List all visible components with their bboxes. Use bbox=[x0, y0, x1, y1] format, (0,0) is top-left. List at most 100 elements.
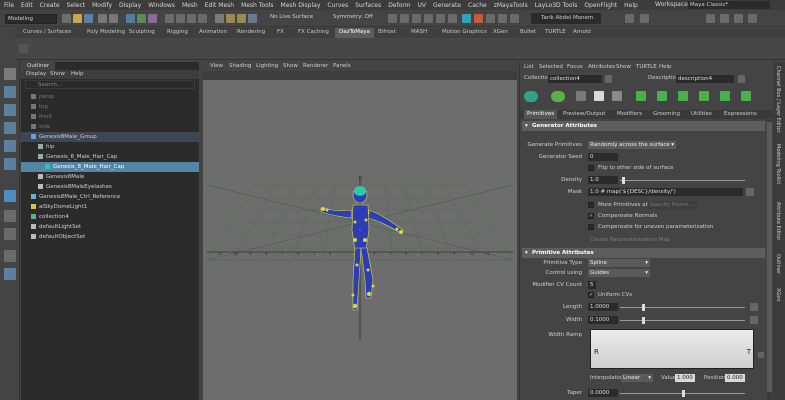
snap-grid-icon[interactable] bbox=[165, 14, 174, 23]
outliner-item-front[interactable]: front bbox=[21, 112, 199, 122]
shelf-tab-rendering[interactable]: Rendering bbox=[237, 29, 265, 35]
modifier-cv-count-field[interactable]: 5 bbox=[588, 281, 596, 289]
isolate-icon[interactable] bbox=[486, 14, 495, 23]
viewport-panel[interactable]: View Shading Lighting Show Renderer Pane… bbox=[203, 62, 517, 400]
outliner-menu-help[interactable]: Help bbox=[71, 71, 84, 77]
mask-expression-field[interactable]: 1.0 # map('${DESC}/density/') bbox=[588, 188, 743, 196]
viewport-menu-panels[interactable]: Panels bbox=[333, 63, 351, 69]
preview-icon[interactable] bbox=[594, 91, 604, 101]
outliner-search-input[interactable]: Search... bbox=[25, 80, 195, 89]
four-pane-layout-icon[interactable] bbox=[4, 210, 16, 222]
shelf-tab-turtle[interactable]: TURTLE bbox=[545, 29, 566, 35]
bend-guide-icon[interactable] bbox=[678, 91, 688, 101]
side-by-side-layout-icon[interactable] bbox=[4, 228, 16, 240]
menu-uv[interactable]: UV bbox=[418, 2, 427, 9]
shelf-tab-bifrost[interactable]: Bifrost bbox=[378, 29, 396, 35]
menu-cache[interactable]: Cache bbox=[468, 2, 487, 9]
mask-options-icon[interactable] bbox=[746, 188, 754, 196]
collection-options-icon[interactable] bbox=[605, 75, 612, 83]
width-expression-icon[interactable] bbox=[750, 316, 758, 324]
flip-guide-icon[interactable] bbox=[741, 91, 751, 101]
graph-editor-layout-icon[interactable] bbox=[4, 268, 16, 280]
outliner-item-genesis8male[interactable]: Genesis8Male bbox=[21, 172, 199, 182]
taper-field[interactable]: 0.0000 bbox=[588, 389, 618, 397]
lights-icon[interactable] bbox=[424, 14, 433, 23]
sign-in-icon[interactable] bbox=[625, 14, 634, 23]
xgen-icon[interactable] bbox=[462, 14, 471, 23]
section-primitive-attributes[interactable]: Primitive Attributes bbox=[522, 248, 765, 258]
shelf-tab-arnold[interactable]: Arnold bbox=[573, 29, 591, 35]
menu-openflight[interactable]: OpenFlight bbox=[584, 2, 617, 9]
snap-curve-icon[interactable] bbox=[176, 14, 185, 23]
section-generator-attributes[interactable]: Generator Attributes bbox=[522, 121, 765, 131]
cut-guide-icon[interactable] bbox=[699, 91, 709, 101]
shelf-tab-mash[interactable]: MASH bbox=[411, 29, 427, 35]
ae-menu-focus[interactable]: Focus bbox=[567, 64, 583, 70]
viewport-menu-renderer[interactable]: Renderer bbox=[303, 63, 328, 69]
viewport-menu-shading[interactable]: Shading bbox=[229, 63, 251, 69]
create-parameterization-map-button[interactable]: Create Parameterization Map bbox=[590, 237, 670, 243]
create-collection-icon[interactable] bbox=[524, 91, 538, 102]
live-surface-label[interactable]: No Live Surface bbox=[270, 14, 313, 20]
outliner-item-defaultobjectset[interactable]: defaultObjectSet bbox=[21, 232, 199, 242]
generate-primitives-dropdown[interactable]: Randomly across the surface bbox=[588, 141, 676, 149]
outliner-menu-display[interactable]: Display bbox=[26, 71, 46, 77]
toggle-tool-settings-icon[interactable] bbox=[734, 14, 743, 23]
outliner-item-top[interactable]: top bbox=[21, 102, 199, 112]
ramp-value-field[interactable]: 1.000 bbox=[675, 374, 695, 382]
viewport-canvas[interactable]: 11 10 9 8 7654 4567 8 9 10 11 11 bbox=[203, 80, 517, 400]
menu-file[interactable]: File bbox=[4, 2, 14, 9]
shelf-tab-animation[interactable]: Animation bbox=[199, 29, 227, 35]
viewport-menu-show[interactable]: Show bbox=[283, 63, 298, 69]
side-tab-attribute-editor[interactable]: Attribute Editor bbox=[775, 202, 781, 240]
menu-help[interactable]: Help bbox=[624, 2, 638, 9]
more-primitives-checkbox[interactable] bbox=[588, 202, 594, 208]
scrollbar-thumb[interactable] bbox=[767, 122, 772, 392]
rebuild-guide-icon[interactable] bbox=[720, 91, 730, 101]
add-guide-icon[interactable] bbox=[636, 91, 646, 101]
menu-set-selector[interactable]: Modeling bbox=[5, 14, 57, 24]
attribute-editor-scrollbar[interactable] bbox=[767, 120, 772, 400]
xray-icon[interactable] bbox=[412, 14, 421, 23]
outliner-item-side[interactable]: side bbox=[21, 122, 199, 132]
description-options-icon[interactable] bbox=[738, 75, 745, 83]
grid-icon[interactable] bbox=[498, 14, 507, 23]
tab-preview-output[interactable]: Preview/Output bbox=[560, 110, 608, 119]
flip-surface-checkbox[interactable] bbox=[588, 165, 594, 171]
side-tab-xgen[interactable]: XGen bbox=[775, 288, 781, 302]
shelf-tab-fx-caching[interactable]: FX Caching bbox=[298, 29, 329, 35]
interpolation-dropdown[interactable]: Linear bbox=[621, 374, 653, 382]
outliner-item-aiskydomelight1[interactable]: aiSkyDomeLight1 bbox=[21, 202, 199, 212]
film-gate-icon[interactable] bbox=[510, 14, 519, 23]
snap-view-plane-icon[interactable] bbox=[198, 14, 207, 23]
outliner-item-genesis-8-male-hair-cap[interactable]: Genesis_8_Male_Hair_Cap bbox=[21, 162, 199, 172]
menu-mesh-display[interactable]: Mesh Display bbox=[281, 2, 321, 9]
select-component-icon[interactable] bbox=[148, 14, 157, 23]
length-field[interactable]: 1.0000 bbox=[588, 303, 618, 311]
open-scene-icon[interactable] bbox=[73, 14, 82, 23]
create-description-icon[interactable] bbox=[551, 91, 565, 102]
density-slider-knob[interactable] bbox=[622, 177, 625, 184]
ipr-render-icon[interactable] bbox=[237, 14, 246, 23]
menu-edit[interactable]: Edit bbox=[21, 2, 33, 9]
menu-generate[interactable]: Generate bbox=[433, 2, 461, 9]
ae-menu-attributes[interactable]: Attributes bbox=[588, 64, 615, 70]
render-icon[interactable] bbox=[226, 14, 235, 23]
menu-deform[interactable]: Deform bbox=[388, 2, 410, 9]
undo-icon[interactable] bbox=[98, 14, 107, 23]
compensate-uneven-checkbox[interactable] bbox=[588, 224, 594, 230]
history-icon[interactable] bbox=[215, 14, 224, 23]
compensate-normals-checkbox[interactable]: ✓ bbox=[588, 213, 594, 219]
width-slider[interactable] bbox=[620, 320, 745, 321]
generator-seed-field[interactable]: 0 bbox=[588, 153, 618, 161]
menu-modify[interactable]: Modify bbox=[92, 2, 112, 9]
menu-windows[interactable]: Windows bbox=[148, 2, 175, 9]
ramp-expand-icon[interactable] bbox=[758, 352, 764, 358]
new-scene-icon[interactable] bbox=[62, 14, 71, 23]
primitive-type-dropdown[interactable]: Spline bbox=[588, 259, 650, 267]
outliner-layout-icon[interactable] bbox=[4, 250, 16, 262]
menu-surfaces[interactable]: Surfaces bbox=[355, 2, 381, 9]
tab-primitives[interactable]: Primitives bbox=[524, 110, 558, 119]
menu-display[interactable]: Display bbox=[119, 2, 141, 9]
select-tool-icon[interactable] bbox=[4, 68, 16, 80]
